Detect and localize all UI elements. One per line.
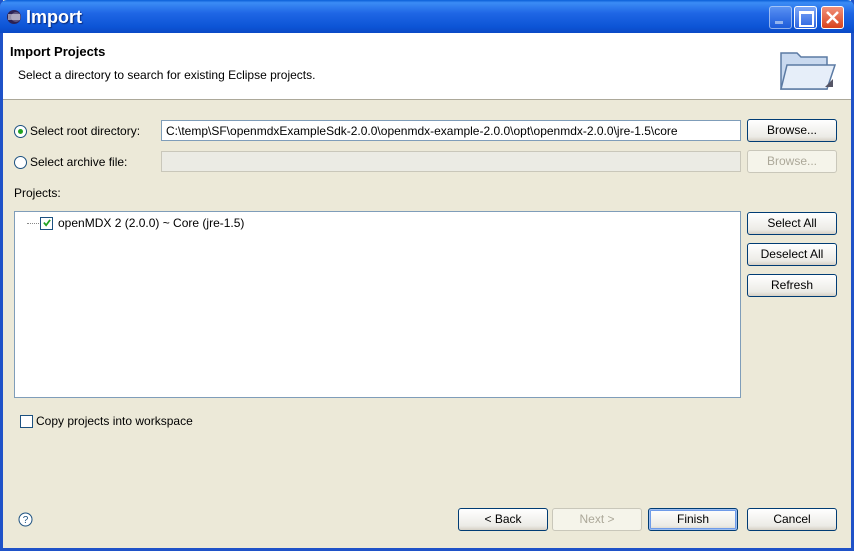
page-title: Import Projects (10, 44, 106, 59)
cancel-button[interactable]: Cancel (747, 508, 837, 531)
copy-projects-checkbox[interactable] (20, 415, 33, 428)
list-item[interactable]: openMDX 2 (2.0.0) ~ Core (jre-1.5) (40, 216, 340, 232)
root-directory-field[interactable]: C:\temp\SF\openmdxExampleSdk-2.0.0\openm… (161, 120, 741, 141)
svg-text:?: ? (23, 515, 29, 526)
import-dialog: Import Import Projects Select a director… (0, 0, 854, 551)
maximize-button[interactable] (794, 6, 817, 29)
archive-file-label[interactable]: Select archive file: (30, 155, 127, 169)
project-label: openMDX 2 (2.0.0) ~ Core (jre-1.5) (58, 216, 245, 230)
refresh-button[interactable]: Refresh (747, 274, 837, 297)
close-button[interactable] (821, 6, 844, 29)
archive-file-radio[interactable] (14, 156, 27, 169)
finish-button[interactable]: Finish (648, 508, 738, 531)
window-title: Import (26, 7, 82, 27)
root-directory-radio[interactable] (14, 125, 27, 138)
title-bar[interactable]: Import (0, 0, 854, 33)
copy-projects-label[interactable]: Copy projects into workspace (36, 414, 193, 428)
root-directory-label[interactable]: Select root directory: (30, 124, 140, 138)
projects-label: Projects: (14, 186, 61, 200)
page-description: Select a directory to search for existin… (18, 68, 316, 82)
deselect-all-button[interactable]: Deselect All (747, 243, 837, 266)
checkmark-icon (43, 219, 51, 227)
wizard-header: Import Projects Select a directory to se… (3, 33, 851, 100)
select-all-button[interactable]: Select All (747, 212, 837, 235)
close-icon (826, 11, 839, 24)
eclipse-icon (7, 10, 21, 24)
browse-directory-button[interactable]: Browse... (747, 119, 837, 142)
tree-connector (27, 223, 39, 224)
back-button[interactable]: < Back (458, 508, 548, 531)
open-folder-icon (780, 52, 837, 90)
help-icon[interactable]: ? (18, 512, 33, 527)
project-checkbox[interactable] (40, 217, 53, 230)
minimize-button[interactable] (769, 6, 792, 29)
archive-file-field[interactable] (161, 151, 741, 172)
browse-archive-button[interactable]: Browse... (747, 150, 837, 173)
projects-list[interactable]: openMDX 2 (2.0.0) ~ Core (jre-1.5) (14, 211, 741, 398)
next-button[interactable]: Next > (552, 508, 642, 531)
